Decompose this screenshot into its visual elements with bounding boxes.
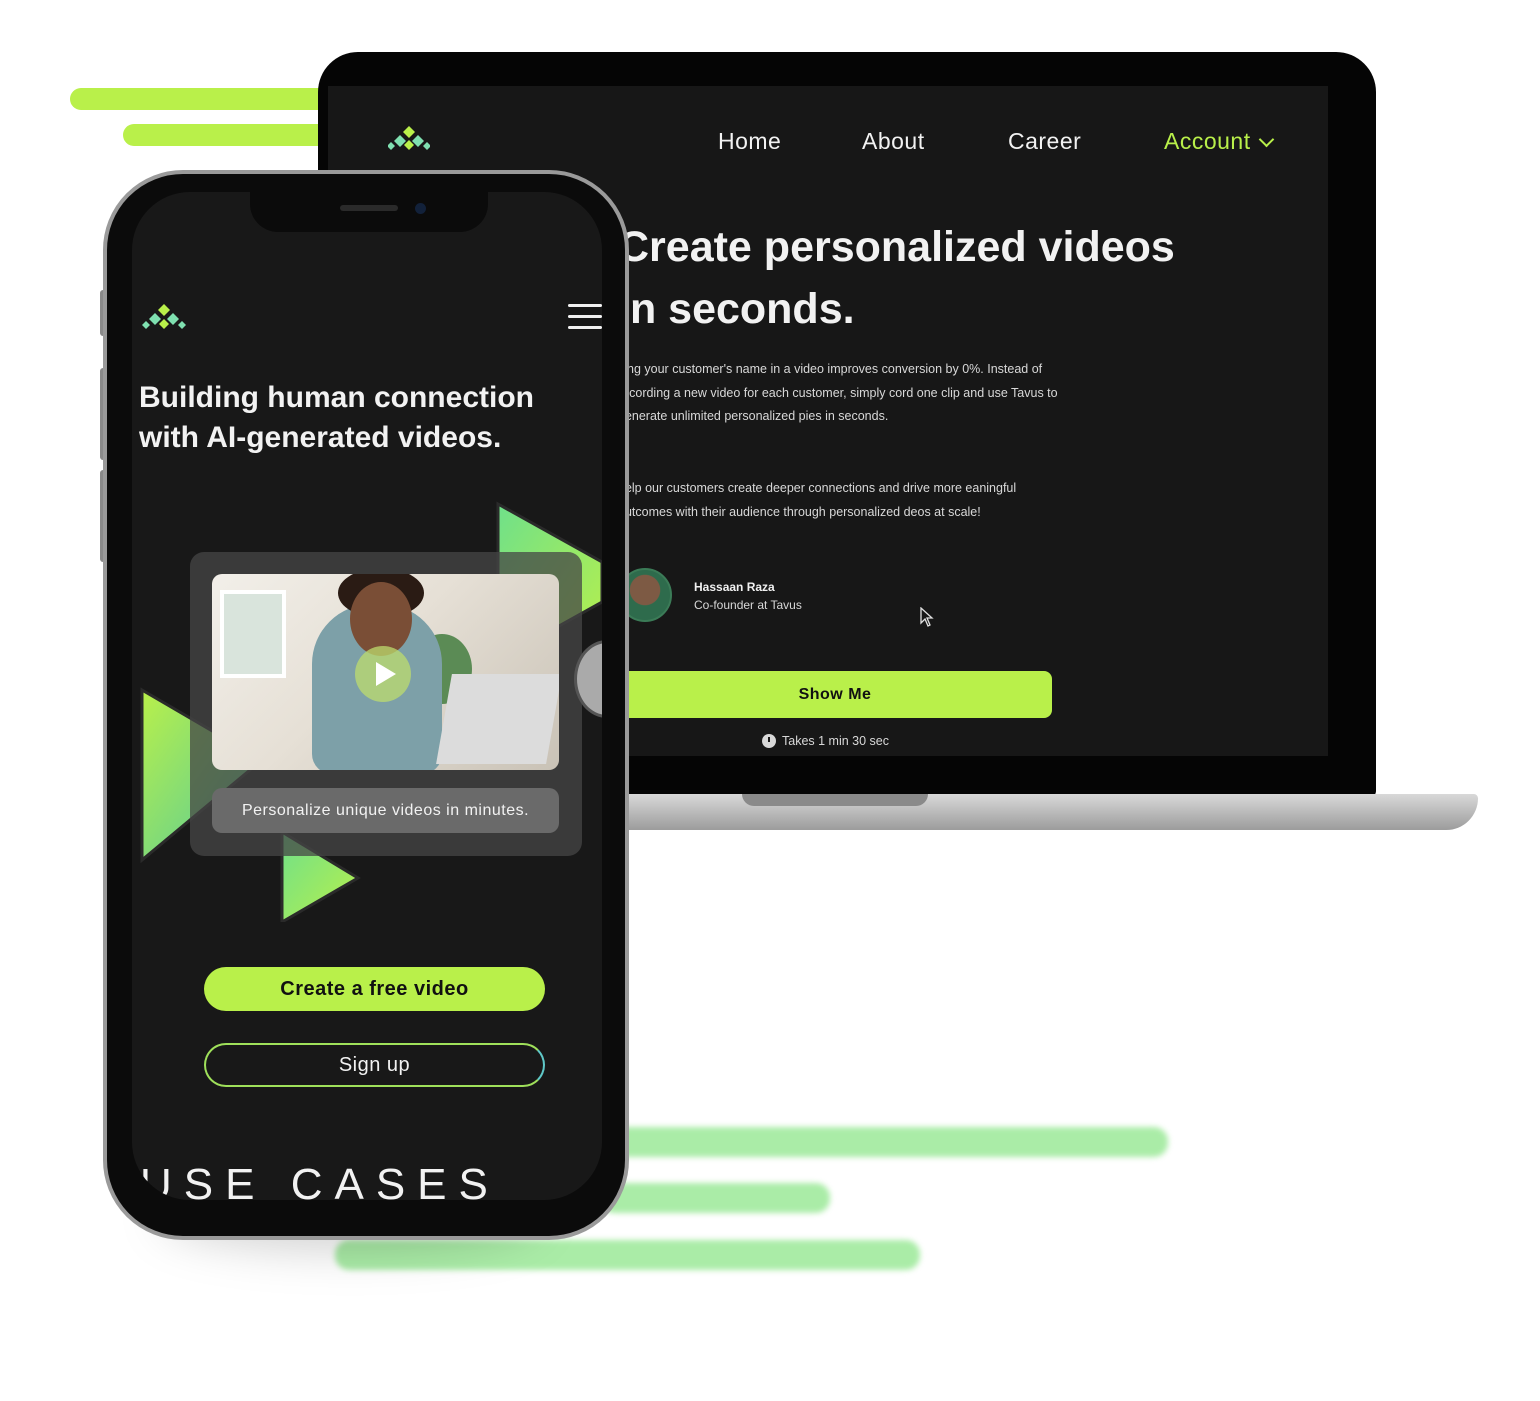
decorative-streak bbox=[600, 1127, 1168, 1157]
video-thumbnail[interactable] bbox=[212, 574, 559, 770]
decorative-streak bbox=[70, 88, 330, 110]
tavus-logo-icon[interactable] bbox=[388, 126, 430, 154]
create-free-video-button[interactable]: Create a free video bbox=[204, 967, 545, 1011]
time-estimate: Takes 1 min 30 sec bbox=[762, 734, 889, 748]
nav-career-link[interactable]: Career bbox=[1008, 128, 1081, 155]
chevron-down-icon bbox=[1258, 131, 1274, 148]
play-icon[interactable] bbox=[355, 646, 411, 702]
phone-notch bbox=[250, 192, 488, 232]
desktop-paragraph-1: ying your customer's name in a video imp… bbox=[618, 362, 1058, 423]
laptop-base bbox=[560, 794, 1478, 830]
laptop-notch bbox=[742, 794, 928, 806]
clock-icon bbox=[762, 734, 776, 748]
nav-home-link[interactable]: Home bbox=[718, 128, 781, 155]
tavus-logo-icon[interactable] bbox=[142, 304, 186, 334]
time-estimate-label: Takes 1 min 30 sec bbox=[782, 734, 889, 748]
nav-about-link[interactable]: About bbox=[862, 128, 925, 155]
desktop-hero-title: Create personalized videos in seconds. bbox=[618, 223, 1175, 333]
mobile-website-screen: Building human connection with AI-genera… bbox=[132, 192, 602, 1200]
testimonial-name: Hassaan Raza bbox=[694, 580, 775, 594]
mouse-pointer-icon bbox=[920, 607, 934, 627]
video-caption: Personalize unique videos in minutes. bbox=[212, 788, 559, 833]
decorative-streak bbox=[600, 1183, 830, 1213]
testimonial-role: Co-founder at Tavus bbox=[694, 598, 802, 612]
use-cases-heading: USE CASES bbox=[140, 1160, 500, 1200]
sign-up-button[interactable]: Sign up bbox=[204, 1043, 545, 1087]
nav-account-label: Account bbox=[1164, 128, 1251, 154]
decorative-streak bbox=[123, 124, 333, 146]
nav-account-dropdown[interactable]: Account bbox=[1164, 128, 1274, 155]
desktop-paragraph-2: help our customers create deeper connect… bbox=[618, 481, 1017, 519]
mobile-hero-title: Building human connection with AI-genera… bbox=[139, 381, 534, 454]
phone-camera bbox=[415, 203, 426, 214]
hamburger-menu-icon[interactable] bbox=[568, 304, 602, 337]
show-me-button[interactable]: Show Me bbox=[618, 671, 1052, 718]
phone-speaker bbox=[340, 205, 398, 211]
